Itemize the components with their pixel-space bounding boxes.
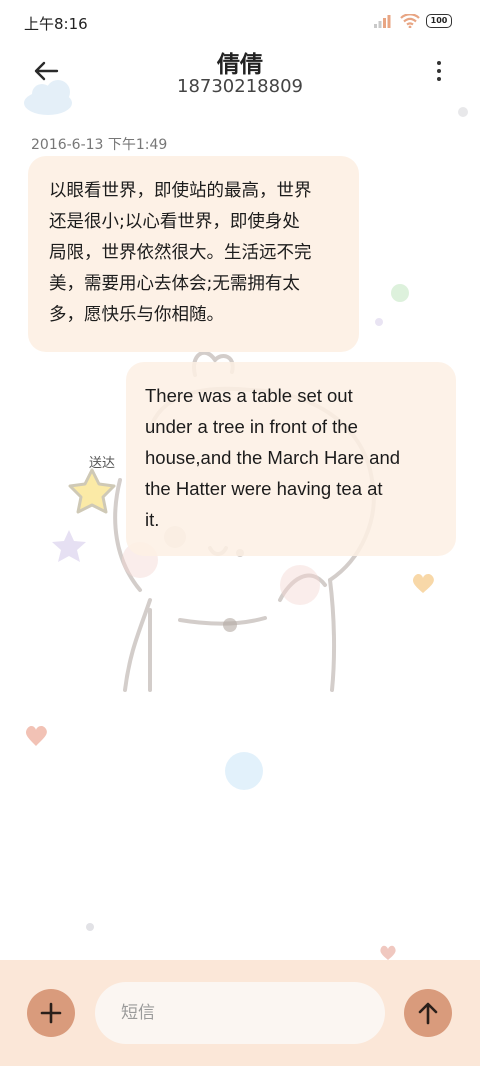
status-time: 上午8:16 — [24, 15, 88, 33]
message-line: 局限，世界依然很大。生活远不完 — [49, 243, 312, 263]
dot-icon — [86, 923, 94, 931]
message-input[interactable] — [95, 982, 385, 1044]
status-bar: 上午8:16 100 — [0, 0, 480, 46]
dot-icon — [437, 69, 441, 73]
outgoing-message-bubble[interactable]: There was a table set out under a tree i… — [126, 362, 456, 556]
star-icon — [52, 530, 86, 562]
message-line: the Hatter were having tea at — [145, 478, 383, 499]
delivery-status: 送达 — [89, 456, 116, 471]
message-composer — [0, 960, 480, 1066]
message-line: 以眼看世界，即使站的最高，世界 — [49, 181, 312, 201]
battery-icon: 100 — [426, 14, 452, 28]
plus-icon — [40, 1002, 62, 1024]
contact-name: 倩倩 — [217, 52, 263, 78]
status-icons: 100 — [374, 14, 452, 28]
send-button[interactable] — [404, 989, 452, 1037]
conversation-header: 倩倩 18730218809 — [0, 44, 480, 106]
attach-button[interactable] — [27, 989, 75, 1037]
signal-icon — [374, 15, 391, 28]
chat-screen: 上午8:16 100 倩倩 18730218809 2016-6-13 下午1:… — [0, 0, 480, 1066]
dot-icon — [437, 61, 441, 65]
heart-icon — [380, 945, 396, 960]
contact-phone: 18730218809 — [177, 76, 303, 97]
message-line: it. — [145, 509, 160, 530]
more-vert-icon[interactable] — [428, 56, 450, 86]
dot-icon — [375, 318, 383, 326]
message-line: under a tree in front of the — [145, 416, 358, 437]
dot-icon — [437, 77, 441, 81]
star-icon — [68, 468, 116, 514]
message-line: There was a table set out — [145, 385, 353, 406]
message-timestamp: 2016-6-13 下午1:49 — [31, 137, 168, 153]
message-line: 美，需要用心去体会;无需拥有太 — [49, 274, 300, 294]
send-arrow-up-icon — [418, 1002, 438, 1025]
message-line: 多，愿快乐与你相随。 — [49, 305, 224, 325]
dot-icon — [225, 752, 263, 790]
heart-icon — [413, 574, 434, 593]
dot-icon — [391, 284, 409, 302]
dot-icon — [458, 107, 468, 117]
message-line: 还是很小;以心看世界，即使身处 — [49, 212, 300, 232]
incoming-message-bubble[interactable]: 以眼看世界，即使站的最高，世界 还是很小;以心看世界，即使身处 局限，世界依然很… — [28, 156, 359, 352]
wifi-icon — [400, 14, 420, 28]
heart-icon — [26, 726, 47, 746]
battery-level: 100 — [430, 16, 448, 25]
message-line: house,and the March Hare and — [145, 447, 401, 468]
